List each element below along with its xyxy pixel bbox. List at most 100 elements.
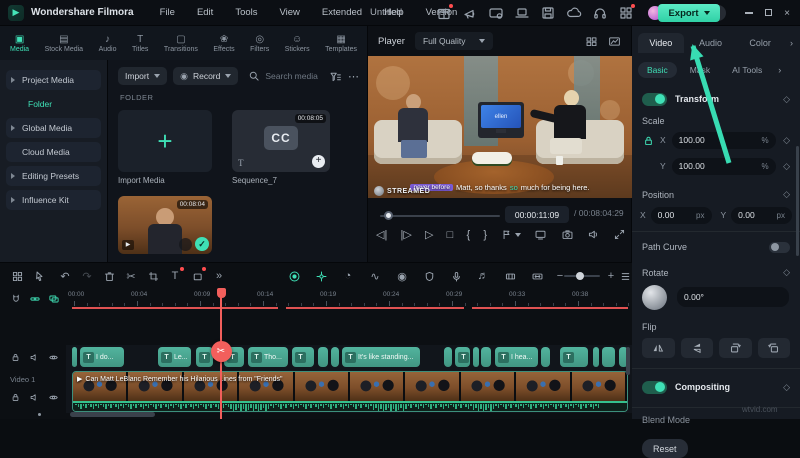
playhead-handle[interactable] [217,288,226,298]
rotate-90-cw-button[interactable] [719,338,752,358]
record-button[interactable]: ◉ Record [173,67,238,85]
subtitle-clip[interactable]: TIt's like standing... [342,347,420,367]
cloud-upload-icon[interactable] [566,5,582,21]
subtitle-clip[interactable] [541,347,550,367]
video-clip-tile[interactable]: 00:08:04 ▶ ✓ [118,196,212,254]
timeline-vscrollbar[interactable] [626,347,630,375]
lock-track-icon[interactable] [10,392,21,403]
scale-y-keyframe-icon[interactable]: ◇ [783,161,790,172]
workspace-settings-icon[interactable] [488,5,504,21]
sequence-tile[interactable]: 00:08:05 CC T + [232,110,330,172]
import-media-tile[interactable]: + [118,110,212,172]
megaphone-icon[interactable] [462,5,478,21]
chevron-right-icon[interactable]: › [787,38,796,48]
previous-frame-button[interactable]: ◁| [376,228,387,241]
rotate-field[interactable]: 0.00° [677,287,789,307]
reset-button[interactable]: Reset [642,439,688,458]
sidebar-item-project-media[interactable]: Project Media [6,70,101,90]
scale-link-lock-icon[interactable] [642,134,655,147]
delete-icon[interactable] [102,268,116,284]
rotate-dial[interactable] [642,285,667,310]
tab-filters[interactable]: ◎Filters [250,34,269,53]
path-curve-toggle[interactable] [769,242,790,253]
undo-icon[interactable]: ↶ [58,268,72,284]
properties-scrollbar[interactable] [796,146,799,256]
fit-timeline-icon[interactable] [530,268,544,284]
menu-file[interactable]: File [160,7,175,18]
text-tool-icon[interactable]: T [168,268,182,284]
mark-in-button[interactable]: { [466,229,470,241]
properties-tab-color[interactable]: Color [737,33,783,53]
subtitle-clip[interactable] [481,347,491,367]
properties-subtab-mask[interactable]: Mask [681,62,719,78]
ai-assistant-icon[interactable] [287,268,301,284]
menu-tools[interactable]: Tools [235,7,257,18]
tab-templates[interactable]: ▦Templates [325,34,357,53]
tab-stock-media[interactable]: ▤Stock Media [45,34,84,53]
stop-button[interactable]: □ [447,229,454,241]
keyframe-graph-icon[interactable]: ∿ [368,268,382,284]
chevron-right-icon[interactable]: › [775,65,784,75]
scale-y-field[interactable]: 100.00% [672,158,776,175]
fullscreen-button[interactable] [613,228,626,241]
mirror-display-button[interactable] [534,228,547,241]
subtitle-clip[interactable] [444,347,452,367]
track-manager-icon[interactable] [48,293,60,305]
rotate-keyframe-icon[interactable]: ◇ [783,267,790,278]
subtitle-clip[interactable]: TI hea... [495,347,538,367]
record-voiceover-icon[interactable]: ◉ [395,268,409,284]
rotate-90-ccw-button[interactable] [758,338,791,358]
transform-toggle[interactable] [642,93,667,106]
preview-video[interactable]: ellen never beforeMatt, so thanks so muc… [368,56,632,198]
select-tool-icon[interactable] [32,268,46,284]
properties-subtab-basic[interactable]: Basic [638,62,677,78]
position-y-field[interactable]: 0.00px [731,207,792,224]
subtitle-clip[interactable]: T [292,347,314,367]
position-keyframe-icon[interactable]: ◇ [783,189,790,200]
gift-icon[interactable] [436,5,452,21]
flip-vertical-button[interactable] [681,338,714,358]
flip-horizontal-button[interactable] [642,338,675,358]
tab-stickers[interactable]: ☺Stickers [285,34,310,53]
tab-effects[interactable]: ❀Effects [213,34,234,53]
scale-x-keyframe-icon[interactable]: ◇ [783,135,790,146]
more-tools-icon[interactable]: » [212,268,226,284]
import-button[interactable]: Import [118,67,167,85]
crop-icon[interactable] [146,268,160,284]
mute-track-icon[interactable] [29,392,40,403]
motion-tracking-icon[interactable] [314,268,328,284]
extract-clip-icon[interactable] [503,268,517,284]
position-x-field[interactable]: 0.00px [651,207,712,224]
mask-icon[interactable] [422,268,436,284]
save-icon[interactable] [540,5,556,21]
more-options-icon[interactable]: ⋯ [348,70,359,83]
close-button[interactable]: × [780,8,794,19]
tab-media[interactable]: ▣Media [10,34,29,53]
timeline-zoom-slider[interactable] [564,275,600,277]
marker-icon[interactable] [190,268,204,284]
grid-view-icon[interactable] [10,268,24,284]
subtitle-clip[interactable]: T [560,347,588,367]
menu-edit[interactable]: Edit [197,7,213,18]
transform-keyframe-icon[interactable]: ◇ [783,94,790,105]
play-button[interactable]: ▷ [425,228,433,241]
zoom-in-icon[interactable]: + [604,268,618,284]
zoom-slider-knob[interactable] [576,272,584,280]
marker-flag-button[interactable] [500,228,521,241]
tab-titles[interactable]: TTitles [132,34,148,53]
add-to-timeline-icon[interactable]: + [312,155,325,168]
timeline-ruler[interactable]: 00:0000:0400:0900:1400:1900:2400:2900:33… [66,289,632,309]
link-clips-icon[interactable] [29,293,41,305]
scale-x-field[interactable]: 100.00% [672,132,776,149]
search-input[interactable]: Search media [244,67,323,85]
device-icon[interactable] [514,5,530,21]
multiview-icon[interactable] [585,35,598,48]
apps-grid-icon[interactable] [618,5,634,21]
track-height-icon[interactable] [618,268,632,284]
sidebar-item-cloud-media[interactable]: Cloud Media [6,142,101,162]
properties-tab-video[interactable]: Video [638,33,684,53]
subtitle-clip[interactable]: TTho... [248,347,288,367]
next-frame-button[interactable]: |▷ [401,228,412,241]
minimize-button[interactable] [742,8,756,19]
subtitle-clip[interactable] [318,347,328,367]
